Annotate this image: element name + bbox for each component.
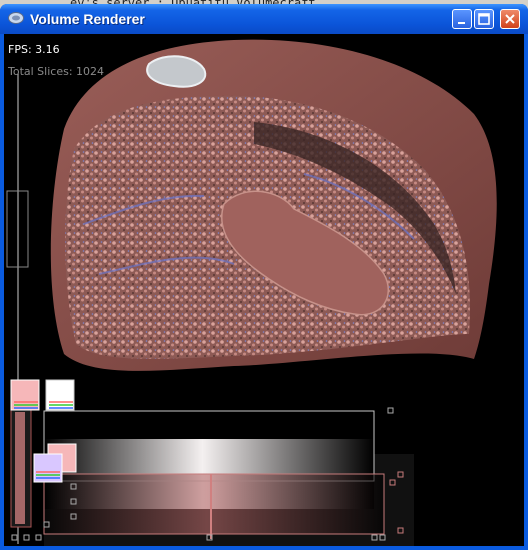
minimize-icon bbox=[458, 22, 465, 24]
volume-renderer-window: Volume Renderer FPS: 3.16 Total Slices: … bbox=[0, 4, 528, 550]
window-title: Volume Renderer bbox=[30, 11, 145, 27]
total-slices-readout: Total Slices: 1024 bbox=[8, 65, 105, 78]
maximize-icon bbox=[478, 13, 490, 25]
close-icon bbox=[505, 14, 515, 24]
render-viewport[interactable]: FPS: 3.16 Total Slices: 1024 bbox=[4, 34, 524, 546]
color-bar-fill bbox=[15, 412, 25, 524]
volume-render-image bbox=[6, 39, 497, 546]
close-button[interactable] bbox=[500, 9, 520, 29]
maximize-button[interactable] bbox=[474, 9, 494, 29]
app-icon bbox=[8, 12, 24, 24]
transfer-function-red-band bbox=[44, 474, 384, 534]
title-bar[interactable]: Volume Renderer bbox=[0, 4, 528, 34]
bone-structure bbox=[146, 55, 207, 88]
fps-readout: FPS: 3.16 bbox=[8, 43, 60, 56]
minimize-button[interactable] bbox=[452, 9, 472, 29]
